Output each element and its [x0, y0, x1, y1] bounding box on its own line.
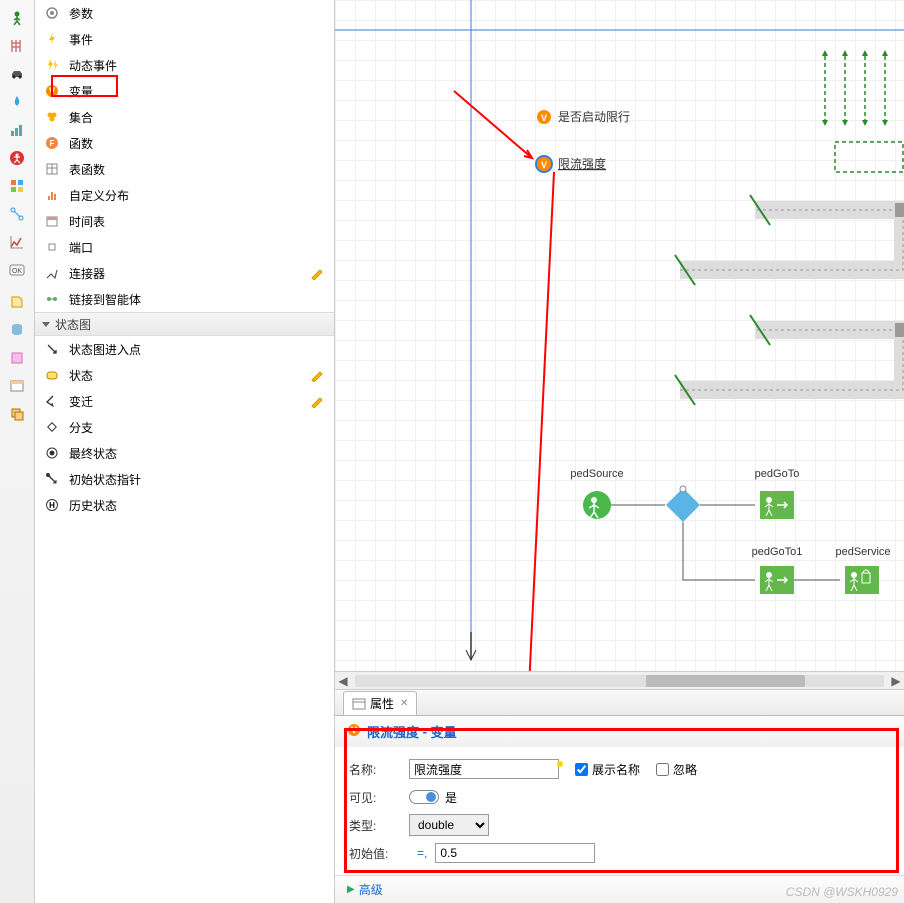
tool-copy-icon[interactable] [5, 402, 29, 426]
pal-label: 状态图进入点 [69, 341, 141, 358]
conn-icon [43, 264, 61, 282]
pal-label: 分支 [69, 419, 93, 436]
pal-item-history[interactable]: H 历史状态 [35, 492, 334, 518]
branch-icon [43, 418, 61, 436]
pencil-icon[interactable] [310, 368, 324, 382]
tab-properties[interactable]: 属性 ✕ [343, 691, 417, 715]
state-icon [43, 366, 61, 384]
tool-db-icon[interactable] [5, 318, 29, 342]
tool-window-icon[interactable] [5, 374, 29, 398]
twisty-icon [41, 319, 51, 329]
final-icon [43, 444, 61, 462]
fn-icon: F [43, 134, 61, 152]
trans-icon [43, 392, 61, 410]
pal-label: 连接器 [69, 265, 105, 282]
canvas-area[interactable]: V 是否启动限行 V 限流强度 pedSource pedGoTo [335, 0, 904, 671]
pal-item-port[interactable]: 端口 [35, 234, 334, 260]
tool-ok-icon[interactable]: OK [5, 258, 29, 282]
link-icon [43, 290, 61, 308]
pal-item-param[interactable]: 参数 [35, 0, 334, 26]
pencil-icon[interactable] [310, 394, 324, 408]
tool-script-icon[interactable] [5, 290, 29, 314]
pal-label: 自定义分布 [69, 187, 129, 204]
dist-icon [43, 186, 61, 204]
twisty-icon: ▶ [347, 884, 355, 895]
tool-rail-icon[interactable] [5, 34, 29, 58]
pal-item-function[interactable]: F 函数 [35, 130, 334, 156]
hist-icon: H [43, 496, 61, 514]
watermark: CSDN @WSKH0929 [786, 885, 898, 899]
pal-item-event[interactable]: 事件 [35, 26, 334, 52]
tab-label: 属性 [370, 695, 394, 712]
pal-item-final[interactable]: 最终状态 [35, 440, 334, 466]
param-icon [43, 4, 61, 22]
pal-label: 时间表 [69, 213, 105, 230]
pal-label: 历史状态 [69, 497, 117, 514]
pal-item-schedule[interactable]: 时间表 [35, 208, 334, 234]
pal-item-branch[interactable]: 分支 [35, 414, 334, 440]
pal-item-connector[interactable]: 连接器 [35, 260, 334, 286]
pal-item-transition[interactable]: 变迁 [35, 388, 334, 414]
annotation-box [51, 75, 118, 97]
bolt-icon [43, 30, 61, 48]
tool-car-icon[interactable] [5, 62, 29, 86]
pal-label: 函数 [69, 135, 93, 152]
tool-palette-icon[interactable] [5, 174, 29, 198]
tool-stats-icon[interactable] [5, 230, 29, 254]
annotation-box [344, 728, 899, 873]
scroll-left-icon[interactable]: ◀ [335, 674, 351, 688]
pal-label: 最终状态 [69, 445, 117, 462]
pal-label: 链接到智能体 [69, 291, 141, 308]
tool-accessibility-icon[interactable] [5, 146, 29, 170]
pal-label: 表函数 [69, 161, 105, 178]
pal-item-entry[interactable]: 状态图进入点 [35, 336, 334, 362]
pal-item-collection[interactable]: 集合 [35, 104, 334, 130]
h-scrollbar[interactable]: ◀ ▶ [335, 671, 904, 689]
tool-chart-icon[interactable] [5, 118, 29, 142]
pal-label: 集合 [69, 109, 93, 126]
pal-item-state[interactable]: 状态 [35, 362, 334, 388]
pal-label: 状态 [69, 367, 93, 384]
pal-item-agentlink[interactable]: 链接到智能体 [35, 286, 334, 312]
pal-label: 动态事件 [69, 57, 117, 74]
sched-icon [43, 212, 61, 230]
entry-icon [43, 340, 61, 358]
init-icon [43, 470, 61, 488]
pal-label: 变迁 [69, 393, 93, 410]
pal-label: 端口 [69, 239, 93, 256]
tool-chart2-icon[interactable] [5, 346, 29, 370]
left-toolbar: OK [0, 0, 35, 903]
pal-item-initptr[interactable]: 初始状态指针 [35, 466, 334, 492]
pal-label: 事件 [69, 31, 93, 48]
pal-item-dist[interactable]: 自定义分布 [35, 182, 334, 208]
scroll-right-icon[interactable]: ▶ [888, 674, 904, 688]
set-icon [43, 108, 61, 126]
tool-network-icon[interactable] [5, 202, 29, 226]
tab-icon [352, 698, 366, 710]
tool-walker-icon[interactable] [5, 6, 29, 30]
pal-section-label: 状态图 [55, 316, 91, 333]
close-icon[interactable]: ✕ [400, 698, 408, 709]
palette-panel: 参数 事件 动态事件 V变量 集合 F函数 表函数 自定义分布 时间表 端口 连… [35, 0, 335, 903]
svg-text:OK: OK [12, 268, 22, 275]
dyn-bolt-icon [43, 56, 61, 74]
table-icon [43, 160, 61, 178]
pencil-icon[interactable] [310, 266, 324, 280]
pal-item-tablefn[interactable]: 表函数 [35, 156, 334, 182]
pal-label: 初始状态指针 [69, 471, 141, 488]
tool-fluid-icon[interactable] [5, 90, 29, 114]
pal-label: 参数 [69, 5, 93, 22]
port-icon [43, 238, 61, 256]
svg-text:H: H [49, 501, 55, 510]
svg-text:F: F [50, 139, 55, 148]
pal-section-statechart[interactable]: 状态图 [35, 312, 334, 336]
